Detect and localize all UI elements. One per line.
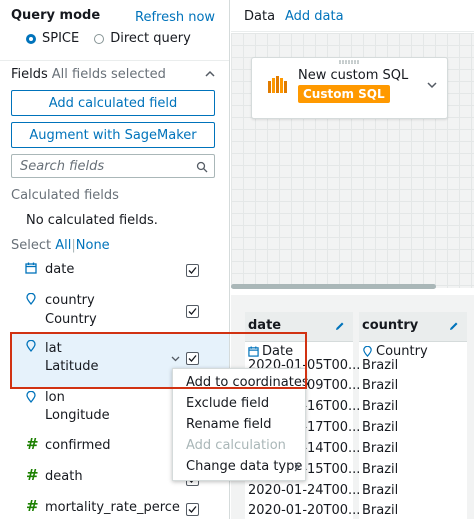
menu-item-exclude-field[interactable]: Exclude field — [186, 396, 269, 411]
query-mode-title: Query mode — [11, 8, 101, 23]
fields-title: Fields — [11, 67, 48, 82]
table-cell: 2020-01-24T00... — [248, 483, 361, 498]
field-checkbox[interactable] — [186, 352, 199, 365]
field-name: country — [45, 293, 95, 308]
field-name: date — [45, 262, 75, 277]
select-row: Select All|None — [11, 238, 110, 253]
calendar-icon — [248, 346, 259, 357]
no-calculated-fields-text: No calculated fields. — [26, 213, 158, 228]
field-type: Country — [45, 312, 97, 327]
column-type-label: Country — [376, 344, 428, 359]
location-pin-icon — [363, 346, 372, 357]
pencil-icon[interactable] — [334, 321, 345, 332]
table-cell: Brazil — [362, 420, 399, 435]
field-checkbox[interactable] — [186, 264, 199, 277]
search-icon — [196, 161, 208, 173]
select-all-link[interactable]: All — [55, 238, 71, 253]
pencil-icon[interactable] — [448, 321, 459, 332]
field-checkbox[interactable] — [186, 305, 199, 318]
custom-sql-badge: Custom SQL — [298, 85, 390, 103]
chevron-up-icon[interactable] — [205, 69, 215, 79]
add-calculated-field-button[interactable]: Add calculated field — [11, 90, 215, 116]
select-label: Select — [11, 238, 52, 253]
column-header-label: country — [362, 318, 419, 333]
calculated-fields-title: Calculated fields — [11, 188, 119, 203]
field-row-date[interactable]: date — [0, 258, 229, 286]
preview-column-country: country Country Brazil Brazil Brazil Bra… — [359, 312, 467, 519]
augment-sagemaker-button[interactable]: Augment with SageMaker — [11, 122, 215, 148]
query-mode-radio-group: SPICE Direct query — [26, 31, 206, 46]
field-row-country[interactable]: country Country — [0, 290, 229, 330]
field-type: Latitude — [45, 359, 99, 374]
field-name: mortality_rate_perce — [45, 500, 180, 515]
field-context-menu: Add to coordinates Exclude field Rename … — [172, 368, 309, 481]
menu-item-rename-field[interactable]: Rename field — [186, 417, 272, 432]
field-row-mortality-rate[interactable]: # mortality_rate_perce — [0, 497, 229, 519]
datasource-card[interactable]: New custom SQL Custom SQL — [251, 57, 448, 119]
table-cell: Brazil — [362, 358, 399, 373]
spice-radio[interactable] — [26, 33, 36, 44]
hash-icon: # — [26, 466, 39, 484]
table-cell: Brazil — [362, 441, 399, 456]
table-cell: Brazil — [362, 462, 399, 477]
search-fields-input[interactable] — [20, 158, 190, 174]
chevron-down-icon[interactable] — [171, 354, 180, 363]
table-cell: Brazil — [362, 378, 399, 393]
menu-item-change-data-type[interactable]: Change data type — [186, 459, 302, 474]
field-name: death — [45, 469, 83, 484]
search-fields-box — [11, 154, 215, 178]
horizontal-scrollbar[interactable] — [231, 284, 436, 289]
column-type-label: Date — [262, 344, 294, 359]
column-header-label: date — [248, 318, 282, 333]
column-header[interactable]: date — [245, 312, 353, 342]
location-pin-icon — [26, 293, 36, 305]
join-canvas: New custom SQL Custom SQL — [231, 33, 474, 288]
datasource-title: New custom SQL — [298, 68, 409, 83]
column-type: Date — [248, 344, 293, 359]
column-type: Country — [362, 344, 428, 359]
location-pin-icon — [26, 391, 36, 403]
hash-icon: # — [26, 497, 39, 515]
tab-data[interactable]: Data — [244, 9, 275, 24]
table-cell: Brazil — [362, 483, 399, 498]
field-checkbox[interactable] — [186, 503, 199, 516]
chevron-down-icon[interactable] — [427, 80, 437, 90]
refresh-now-link[interactable]: Refresh now — [135, 10, 215, 25]
add-data-link[interactable]: Add data — [285, 9, 344, 24]
direct-query-radio[interactable] — [94, 33, 105, 44]
hash-icon: # — [26, 435, 39, 453]
drag-handle-icon[interactable] — [338, 60, 362, 64]
data-tabs: Data Add data — [231, 0, 474, 32]
menu-item-add-to-coordinates[interactable]: Add to coordinates — [186, 375, 309, 390]
table-cell: Brazil — [362, 399, 399, 414]
location-pin-icon — [26, 340, 36, 352]
field-name: lat — [45, 341, 62, 356]
divider — [0, 60, 229, 61]
table-cell: Brazil — [362, 503, 399, 518]
direct-query-radio-label[interactable]: Direct query — [110, 31, 191, 46]
field-name: confirmed — [45, 438, 111, 453]
calendar-icon — [25, 262, 37, 274]
spice-radio-label[interactable]: SPICE — [42, 31, 79, 46]
column-header[interactable]: country — [359, 312, 467, 342]
fields-subtitle: All fields selected — [51, 67, 166, 82]
fields-header: Fields All fields selected — [11, 67, 166, 82]
athena-logo-icon — [268, 76, 287, 93]
select-none-link[interactable]: None — [76, 238, 110, 253]
field-name: lon — [45, 390, 65, 405]
table-cell: 2020-01-20T00... — [248, 503, 361, 518]
menu-item-add-calculation: Add calculation — [186, 438, 286, 453]
field-type: Longitude — [45, 408, 110, 423]
chevron-right-icon — [294, 462, 300, 472]
